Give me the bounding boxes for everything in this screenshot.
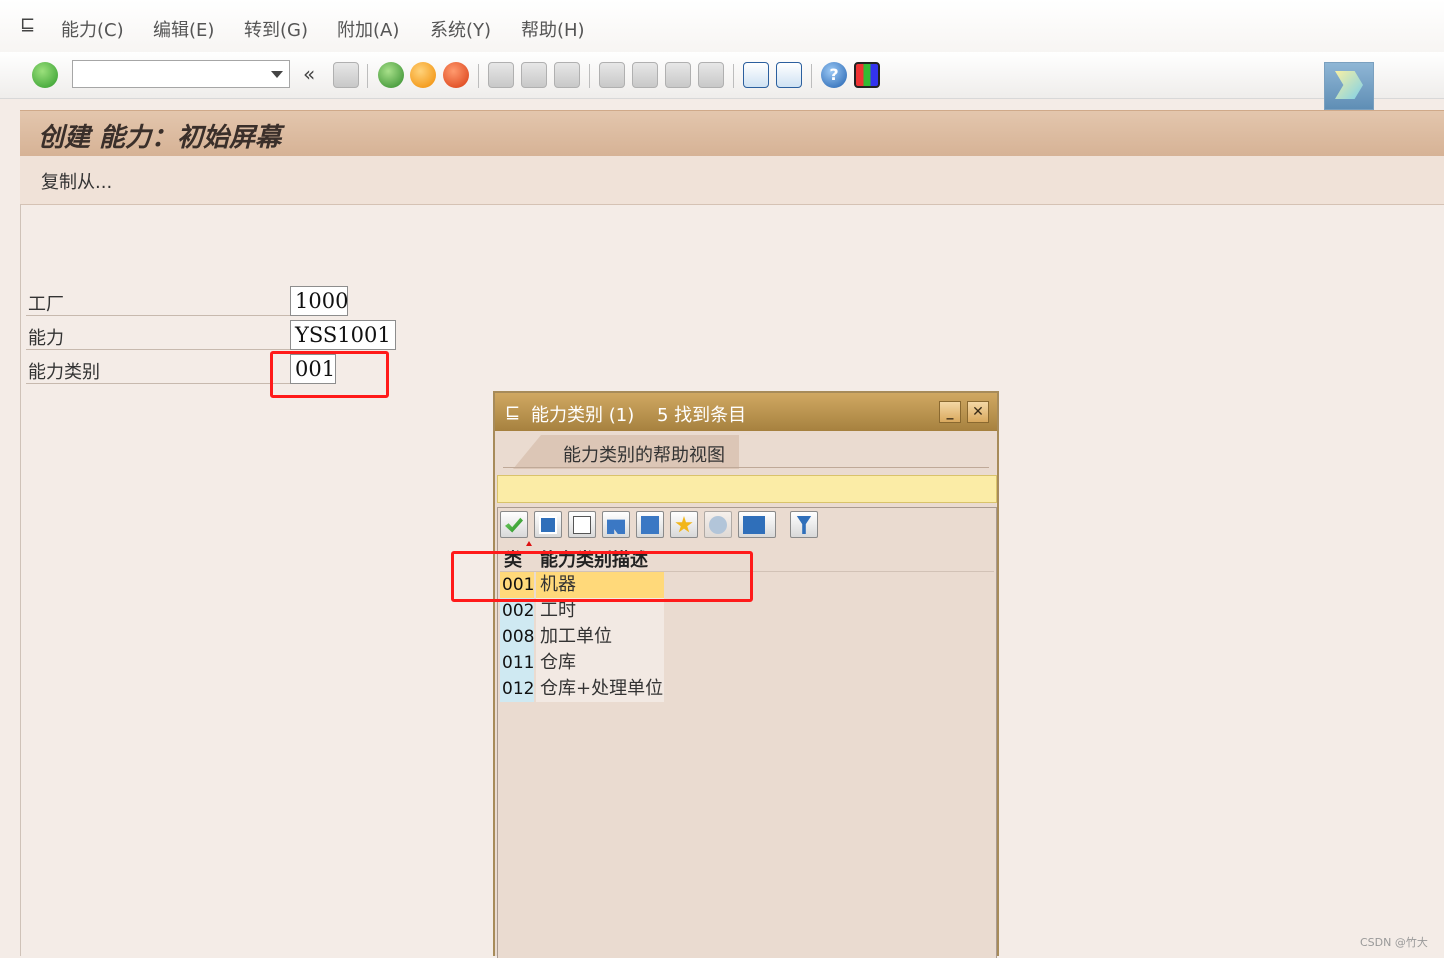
- exit-icon[interactable]: [410, 62, 436, 88]
- close-button[interactable]: ✕: [967, 401, 989, 423]
- capacity-label: 能力: [28, 328, 64, 349]
- toolbar-separator: [589, 64, 590, 88]
- form-divider: [26, 383, 290, 384]
- application-toolbar: 复制从...: [20, 156, 1444, 205]
- dialog-title: 能力类别 (1): [531, 405, 635, 426]
- print-icon[interactable]: [488, 62, 514, 88]
- find-next-icon[interactable]: [554, 62, 580, 88]
- back-icon[interactable]: [378, 62, 404, 88]
- dialog-titlebar[interactable]: ⊑ 能力类别 (1) 5 找到条目 _ ✕: [495, 393, 997, 431]
- menu-edit[interactable]: 编辑(E): [153, 16, 214, 42]
- minimize-button[interactable]: _: [939, 401, 961, 423]
- list-item-description: 加工单位: [536, 624, 664, 650]
- title-bar: 创建 能力：初始屏幕: [20, 110, 1444, 157]
- plant-input[interactable]: 1000: [290, 286, 348, 316]
- dialog-entry-count: 5 找到条目: [657, 405, 747, 426]
- list-item-code: 012: [500, 676, 534, 702]
- page-title: 创建 能力：初始屏幕: [38, 123, 282, 153]
- frame-border: [20, 204, 21, 956]
- filter-icon[interactable]: [790, 511, 818, 538]
- list-item[interactable]: 012 仓库+处理单位: [500, 676, 664, 702]
- list-item-code: 008: [500, 624, 534, 650]
- toolbar-separator: [733, 64, 734, 88]
- dialog-window-icon: ⊑: [505, 402, 521, 423]
- tab-help-view[interactable]: 能力类别的帮助视图: [513, 435, 739, 469]
- list-item[interactable]: 011 仓库: [500, 650, 664, 676]
- menu-help[interactable]: 帮助(H): [521, 16, 585, 42]
- command-field[interactable]: [72, 60, 290, 88]
- new-document-icon[interactable]: [568, 511, 596, 538]
- shortcut-icon[interactable]: [776, 62, 802, 88]
- toolbar-separator: [811, 64, 812, 88]
- list-item[interactable]: 008 加工单位: [500, 624, 664, 650]
- list-item-description: 仓库: [536, 650, 664, 676]
- list-item-description: 仓库+处理单位: [536, 676, 664, 702]
- cancel-x-icon[interactable]: [534, 511, 562, 538]
- menu-capacity[interactable]: 能力(C): [61, 16, 124, 42]
- menu-system[interactable]: 系统(Y): [430, 16, 491, 42]
- create-session-icon[interactable]: [743, 62, 769, 88]
- help-icon[interactable]: ?: [821, 62, 847, 88]
- add-favorite-icon[interactable]: [670, 511, 698, 538]
- tab-divider: [503, 467, 989, 468]
- highlight-box: [451, 551, 753, 602]
- print-dropdown-icon[interactable]: [738, 511, 776, 538]
- cancel-icon[interactable]: [443, 62, 469, 88]
- customize-layout-icon[interactable]: [854, 62, 880, 88]
- menu-extras[interactable]: 附加(A): [337, 16, 399, 42]
- form-divider: [26, 349, 290, 350]
- plant-label: 工厂: [28, 294, 64, 315]
- list-toolbar: [500, 510, 994, 540]
- copy-from-button[interactable]: 复制从...: [41, 168, 112, 194]
- toolbar-separator: [478, 64, 479, 88]
- collapse-toolbar-icon[interactable]: «: [303, 62, 315, 86]
- capacity-category-label: 能力类别: [28, 362, 100, 383]
- list-item-code: 011: [500, 650, 534, 676]
- highlight-box: [270, 351, 389, 398]
- info-help-icon[interactable]: [704, 511, 732, 538]
- menu-window-icon[interactable]: ⊑: [20, 16, 42, 34]
- value-help-dialog: ⊑ 能力类别 (1) 5 找到条目 _ ✕ 能力类别的帮助视图 类 能力类别描述…: [493, 391, 999, 958]
- find-next-icon[interactable]: [636, 511, 664, 538]
- menu-goto[interactable]: 转到(G): [244, 16, 308, 42]
- find-icon[interactable]: [521, 62, 547, 88]
- form-divider: [26, 315, 290, 316]
- chevron-down-icon[interactable]: [271, 71, 283, 78]
- watermark: CSDN @竹大: [1360, 936, 1428, 949]
- sort-indicator-icon: [526, 541, 532, 546]
- enter-checkmark-icon[interactable]: [32, 62, 58, 88]
- standard-toolbar: « ?: [0, 52, 1444, 99]
- restriction-bar: [497, 475, 997, 503]
- next-page-icon[interactable]: [665, 62, 691, 88]
- confirm-checkmark-icon[interactable]: [500, 511, 528, 538]
- capacity-input[interactable]: YSS1001: [290, 320, 396, 350]
- sap-logo-icon: [1324, 62, 1374, 110]
- previous-page-icon[interactable]: [632, 62, 658, 88]
- save-icon[interactable]: [333, 62, 359, 88]
- menu-bar: ⊑ 能力(C) 编辑(E) 转到(G) 附加(A) 系统(Y) 帮助(H): [0, 0, 1444, 53]
- first-page-icon[interactable]: [599, 62, 625, 88]
- find-binoculars-icon[interactable]: [602, 511, 630, 538]
- toolbar-separator: [367, 64, 368, 88]
- last-page-icon[interactable]: [698, 62, 724, 88]
- tab-label: 能力类别的帮助视图: [563, 445, 725, 466]
